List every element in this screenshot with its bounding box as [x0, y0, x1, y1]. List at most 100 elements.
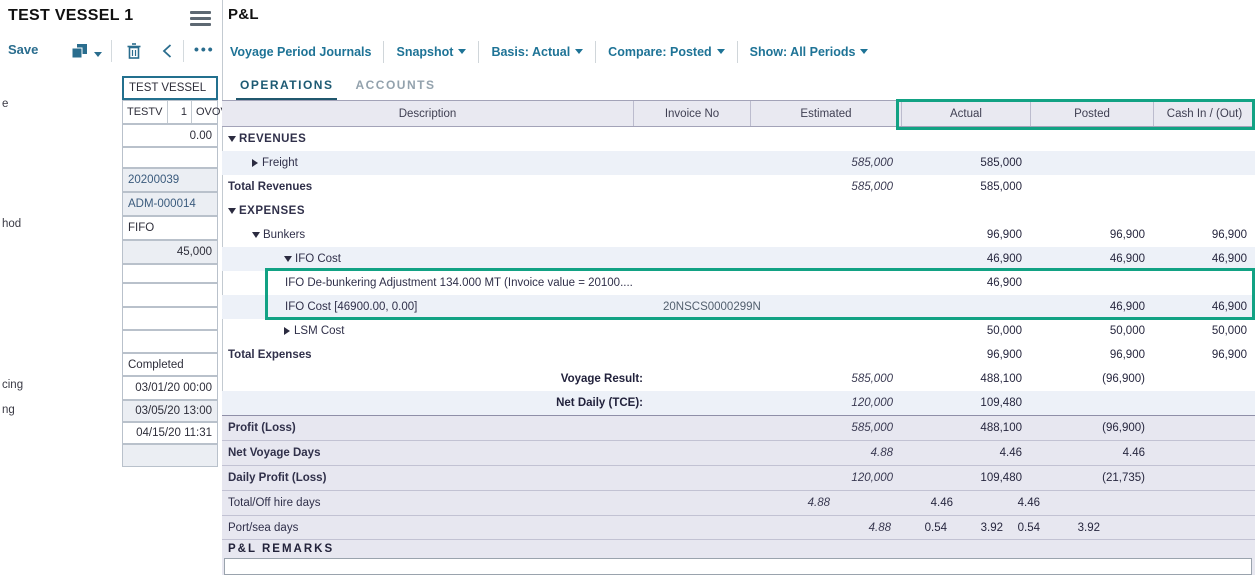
row-label: IFO Cost [46900.00, 0.00] [285, 295, 417, 319]
cutoff-label-fragment: e [2, 98, 8, 110]
row-label: Net Voyage Days [228, 441, 320, 465]
days-value: 4.46 [980, 491, 1040, 515]
days-value: 4.88 [831, 516, 891, 540]
pnl-row-net-daily-tce[interactable]: Net Daily (TCE):120,000109,480 [222, 391, 1255, 415]
back-button[interactable] [162, 44, 172, 61]
copy-dropdown-button[interactable] [94, 48, 102, 62]
pnl-row-expenses[interactable]: EXPENSES [222, 199, 1255, 223]
collapse-caret-icon[interactable] [228, 208, 236, 214]
pnl-remarks-textarea[interactable] [224, 558, 1252, 575]
est-value: 585,000 [773, 367, 893, 391]
sidebar-empty-field[interactable] [122, 307, 218, 330]
collapse-caret-icon[interactable] [252, 232, 260, 238]
sidebar-empty-field[interactable] [122, 444, 218, 467]
sidebar-field[interactable]: ADM-000014 [122, 192, 218, 216]
expand-caret-icon[interactable] [252, 159, 258, 167]
collapse-caret-icon[interactable] [284, 256, 292, 262]
expand-caret-icon[interactable] [284, 327, 290, 335]
pnl-row-ifo-cost-46900-00-0-00[interactable]: IFO Cost [46900.00, 0.00] 20NSCS0000299N 4… [222, 295, 1255, 319]
days-value: 0.54 [980, 516, 1040, 540]
sidebar-field[interactable]: FIFO [122, 216, 218, 240]
vessel-title: TEST VESSEL 1 [8, 7, 133, 25]
actual-value: 96,900 [902, 343, 1022, 367]
row-label: Bunkers [252, 223, 305, 247]
est-value: 120,000 [773, 391, 893, 415]
row-label: Total Expenses [228, 343, 312, 367]
column-header-actual: Actual [901, 101, 1030, 126]
sidebar-field-cell[interactable]: TESTV [123, 101, 168, 123]
row-label: Net Daily (TCE): [222, 391, 643, 415]
row-label: Total Revenues [228, 175, 312, 199]
sidebar-field[interactable]: Completed [122, 353, 218, 376]
est-value: 585,000 [773, 151, 893, 175]
pnl-row-net-voyage-days[interactable]: Net Voyage Days 4.88 4.464.46 [222, 440, 1255, 465]
days-value: 0.54 [887, 516, 947, 540]
cash-value: 96,900 [1127, 343, 1247, 367]
row-label: LSM Cost [284, 319, 345, 343]
column-header-cash-in-out-: Cash In / (Out) [1153, 101, 1255, 126]
pnl-row-lsm-cost[interactable]: LSM Cost50,00050,00050,000 [222, 319, 1255, 343]
row-label: Profit (Loss) [228, 416, 296, 440]
sidebar-field[interactable]: 04/15/20 11:31 [122, 422, 218, 444]
posted-value: (21,735) [1025, 466, 1145, 490]
pnl-row-profit-loss[interactable]: Profit (Loss)585,000488,100(96,900) [222, 415, 1255, 440]
pnl-row-ifo-de-bunkering-adjustment-134-000-mt-invoice-value-20100[interactable]: IFO De-bunkering Adjustment 134.000 MT (… [222, 271, 1255, 295]
est-value: 120,000 [773, 466, 893, 490]
cutoff-label-fragment: cing [2, 379, 23, 391]
sidebar-field[interactable]: 45,000 [122, 240, 218, 264]
pnl-row-total-off-hire-days[interactable]: Total/Off hire days4.884.464.46 [222, 490, 1255, 515]
actual-value: 46,900 [902, 271, 1022, 295]
sidebar-empty-field[interactable] [122, 264, 218, 283]
pnl-row-daily-profit-loss[interactable]: Daily Profit (Loss)120,000109,480(21,735… [222, 465, 1255, 490]
copy-icon [72, 44, 90, 59]
row-label: Total/Off hire days [228, 491, 320, 515]
est-value: 4.88 [773, 441, 893, 465]
row-label: Freight [252, 151, 298, 175]
sidebar-field-cell[interactable]: 1 [168, 101, 192, 123]
sidebar-field[interactable]: TESTV1OVOV [122, 100, 218, 124]
row-label: EXPENSES [228, 199, 305, 223]
vessel-sidebar: TEST VESSEL 1 Save ••• [0, 0, 223, 575]
column-header-posted: Posted [1030, 101, 1153, 126]
save-button[interactable]: Save [8, 42, 38, 57]
actual-value: 488,100 [902, 367, 1022, 391]
sidebar-empty-field[interactable] [122, 147, 218, 168]
pnl-row-port-sea-days[interactable]: Port/sea days4.880.543.920.543.92 [222, 515, 1255, 540]
pnl-row-revenues[interactable]: REVENUES [222, 127, 1255, 151]
collapse-caret-icon[interactable] [228, 136, 236, 142]
pnl-row-bunkers[interactable]: Bunkers96,90096,90096,900 [222, 223, 1255, 247]
posted-value: 4.46 [1025, 441, 1145, 465]
sidebar-field[interactable]: 20200039 [122, 168, 218, 192]
actual-value: 585,000 [902, 151, 1022, 175]
pnl-row-total-revenues[interactable]: Total Revenues 585,000 585,000 [222, 175, 1255, 199]
actual-value: 50,000 [902, 319, 1022, 343]
pnl-row-ifo-cost[interactable]: IFO Cost46,90046,90046,900 [222, 247, 1255, 271]
sidebar-field[interactable]: 03/05/20 13:00 [122, 400, 218, 422]
days-value: 3.92 [1040, 516, 1100, 540]
sidebar-field-cell[interactable]: OVOV [192, 101, 217, 123]
pnl-row-freight[interactable]: Freight 585,000 585,000 [222, 151, 1255, 175]
column-header-estimated: Estimated [750, 101, 901, 126]
row-label: Daily Profit (Loss) [228, 466, 326, 490]
vessel-name-input[interactable]: TEST VESSEL [122, 76, 218, 100]
sidebar-field[interactable]: 03/01/20 00:00 [122, 376, 218, 400]
pnl-remarks-label: P&L REMARKS [228, 543, 334, 555]
row-label: IFO Cost [284, 247, 341, 271]
est-value: 585,000 [773, 175, 893, 199]
posted-value: (96,900) [1025, 367, 1145, 391]
pnl-row-total-expenses[interactable]: Total Expenses96,90096,90096,900 [222, 343, 1255, 367]
delete-button[interactable] [127, 43, 141, 62]
sidebar-empty-field[interactable] [122, 283, 218, 307]
sidebar-empty-field[interactable] [122, 330, 218, 353]
pnl-row-voyage-result[interactable]: Voyage Result:585,000488,100(96,900) [222, 367, 1255, 391]
cash-value: 46,900 [1127, 247, 1247, 271]
invoice-no-value: 20NSCS0000299N [663, 295, 761, 319]
sidebar-field[interactable]: 0.00 [122, 124, 218, 147]
actual-value: 4.46 [902, 441, 1022, 465]
more-button[interactable]: ••• [194, 41, 215, 57]
menu-icon[interactable] [190, 11, 211, 26]
copy-button[interactable] [72, 44, 90, 62]
cash-value: 46,900 [1127, 295, 1247, 319]
pnl-table: DescriptionInvoice NoEstimatedActualPost… [222, 0, 1255, 575]
actual-value: 585,000 [902, 175, 1022, 199]
